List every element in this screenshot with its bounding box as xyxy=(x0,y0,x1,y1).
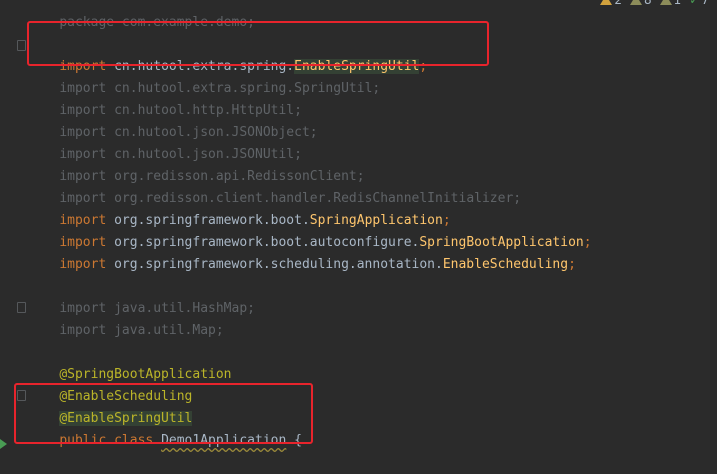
import-line-unused: import cn.hutool.http.HttpUtil; xyxy=(59,103,302,118)
import-line: import org.springframework.boot.autoconf… xyxy=(59,235,592,250)
fold-marker-icon[interactable] xyxy=(17,40,26,51)
annotation-line: @SpringBootApplication xyxy=(59,367,232,382)
import-line-unused: import java.util.HashMap; xyxy=(59,301,255,316)
package-line: package com.example.demo; xyxy=(59,15,255,30)
run-gutter-icon[interactable] xyxy=(0,439,7,449)
highlight-box-annotation xyxy=(14,383,313,444)
import-line-unused: import java.util.Map; xyxy=(59,323,224,338)
import-line-unused: import org.redisson.api.RedissonClient; xyxy=(59,169,365,184)
highlight-box-import xyxy=(27,21,489,66)
import-line: import org.springframework.boot.SpringAp… xyxy=(59,213,451,228)
import-line-unused: import cn.hutool.json.JSONUtil; xyxy=(59,147,302,162)
fold-marker-icon[interactable] xyxy=(17,302,26,313)
import-line-unused: import cn.hutool.json.JSONObject; xyxy=(59,125,318,140)
import-line: import org.springframework.scheduling.an… xyxy=(59,257,576,272)
import-line-unused: import org.redisson.client.handler.Redis… xyxy=(59,191,522,206)
